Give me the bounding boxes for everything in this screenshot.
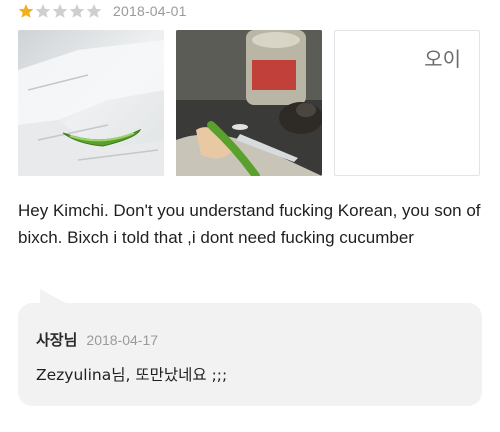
reply-date: 2018-04-17 [86, 332, 159, 348]
cucumber-on-plate-photo [176, 30, 322, 176]
review-photo-3[interactable]: 오이 [334, 30, 480, 176]
reply-header: 사장님 2018-04-17 [36, 329, 158, 350]
cucumber-on-napkin-photo [18, 30, 164, 176]
star-empty-icon [86, 4, 102, 18]
reply-bubble-notch [40, 289, 66, 303]
review-date: 2018-04-01 [113, 3, 187, 19]
star-empty-icon [52, 4, 68, 18]
review-photo-1[interactable] [18, 30, 164, 176]
owner-reply: 사장님 2018-04-17 Zezyulina님, 또만났네요 ;;; [18, 289, 482, 406]
reply-text: Zezyulina님, 또만났네요 ;;; [36, 366, 228, 384]
review-text: Hey Kimchi. Don't you understand fucking… [18, 201, 481, 247]
star-filled-icon [18, 4, 34, 18]
review-photo-2[interactable] [176, 30, 322, 176]
star-empty-icon [69, 4, 85, 18]
star-empty-icon [35, 4, 51, 18]
rating-row: 2018-04-01 [18, 2, 187, 20]
reply-author: 사장님 [36, 331, 78, 349]
review-card: 2018-04-01 오이 Hey Kimchi. Don't you unde… [0, 0, 500, 432]
memo-text: 오이 [424, 47, 461, 71]
star-rating [18, 3, 103, 19]
